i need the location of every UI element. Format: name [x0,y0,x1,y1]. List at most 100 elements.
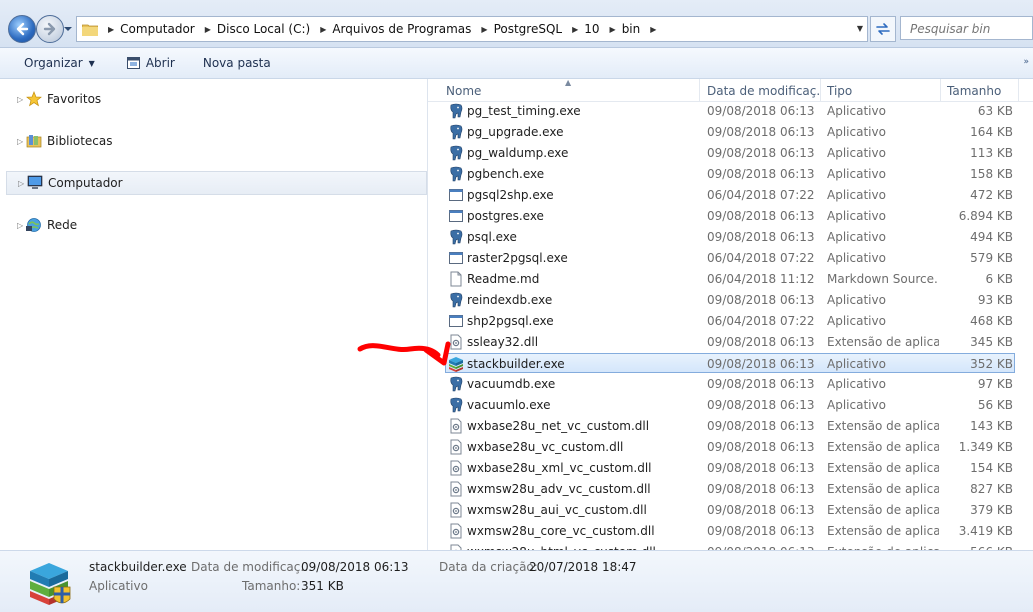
libraries-icon [26,135,42,148]
file-row[interactable]: Readme.md 06/04/2018 11:12 Markdown Source… [446,269,1016,289]
file-type: Aplicativo [827,251,886,265]
breadcrumb-item[interactable]: bin [622,22,641,36]
file-row[interactable]: wxbase28u_xml_vc_custom.dll 09/08/2018 06… [446,458,1016,478]
expand-arrow-icon[interactable]: ▷ [18,179,24,188]
file-size: 97 KB [977,377,1013,391]
nav-item-computer[interactable]: ▷ Computador [6,171,427,195]
file-modified-date: 06/04/2018 07:22 [707,251,815,265]
new-folder-button[interactable]: Nova pasta [203,56,271,70]
breadcrumb-chevron-icon[interactable]: ▶ [108,25,114,34]
breadcrumb-item[interactable]: Disco Local (C:) [217,22,310,36]
file-size: 1.349 KB [958,440,1013,454]
file-type: Extensão de aplica... [827,335,939,349]
refresh-button[interactable] [870,16,896,42]
file-row[interactable]: wxmsw28u_aui_vc_custom.dll 09/08/2018 06:… [446,500,1016,520]
file-size: 345 KB [970,335,1013,349]
file-row[interactable]: pgsql2shp.exe 06/04/2018 07:22 Aplicativo 4… [446,185,1016,205]
column-header-type[interactable]: Tipo [827,84,939,98]
breadcrumb-chevron-icon[interactable]: ▶ [481,25,487,34]
breadcrumb-chevron-icon[interactable]: ▶ [650,25,656,34]
file-row[interactable]: wxbase28u_net_vc_custom.dll 09/08/2018 06… [446,416,1016,436]
file-row[interactable]: reindexdb.exe 09/08/2018 06:13 Aplicativo 9… [446,290,1016,310]
breadcrumb: ▶ Computador ▶ Disco Local (C:) ▶ Arquivos de… [98,22,662,36]
network-icon [26,218,41,232]
column-header-size[interactable]: Tamanho [947,84,1017,98]
open-button[interactable]: Abrir [126,56,175,70]
column-divider[interactable] [940,79,941,101]
file-size: 154 KB [970,461,1013,475]
file-name: wxbase28u_vc_custom.dll [467,440,624,454]
column-header-row: ▲ Nome Data de modificaç... Tipo Tamanho [428,79,1033,102]
file-name: wxbase28u_net_vc_custom.dll [467,419,650,433]
file-row[interactable]: wxmsw28u_html_vc_custom.dll09/08/2018 06… [446,542,1016,550]
file-modified-date: 09/08/2018 06:13 [707,335,815,349]
breadcrumb-item[interactable]: Computador [120,22,195,36]
breadcrumb-chevron-icon[interactable]: ▶ [610,25,616,34]
application-icon [449,252,463,264]
file-row[interactable]: wxmsw28u_core_vc_custom.dll 09/08/2018 06… [446,521,1016,541]
dll-gear-icon [450,334,462,350]
more-options-chevron-icon[interactable]: » [1023,57,1029,67]
file-name: stackbuilder.exe [467,357,565,371]
address-history-dropdown-icon[interactable]: ▼ [857,24,863,33]
nav-item-label: Rede [47,218,78,232]
search-input[interactable] [908,18,1032,40]
breadcrumb-chevron-icon[interactable]: ▶ [320,25,326,34]
breadcrumb-item[interactable]: 10 [584,22,599,36]
column-divider[interactable] [1018,79,1019,101]
breadcrumb-item[interactable]: Arquivos de Programas [332,22,471,36]
file-row[interactable]: pgbench.exe 09/08/2018 06:13 Aplicativo 158… [446,164,1016,184]
dll-gear-icon [450,439,462,455]
nav-item-network[interactable]: ▷ Rede [0,214,427,236]
column-header-date[interactable]: Data de modificaç... [707,84,819,98]
organize-button[interactable]: Organizar ▼ [24,56,95,70]
file-type: Aplicativo [827,104,886,118]
file-name: raster2pgsql.exe [467,251,568,265]
breadcrumb-chevron-icon[interactable]: ▶ [205,25,211,34]
file-modified-date: 09/08/2018 06:13 [707,357,815,371]
file-type: Extensão de aplica... [827,419,939,433]
breadcrumb-item[interactable]: PostgreSQL [494,22,563,36]
address-field[interactable]: ▶ Computador ▶ Disco Local (C:) ▶ Arquivos de… [76,16,868,42]
details-file-name: stackbuilder.exe [89,560,187,574]
expand-arrow-icon[interactable]: ▷ [17,221,23,230]
postgresql-elephant-icon [450,124,463,140]
file-row[interactable]: ssleay32.dll 09/08/2018 06:13 Extensão de … [446,332,1016,352]
column-divider[interactable] [820,79,821,101]
file-size: 6 KB [985,272,1013,286]
dll-gear-icon [450,460,462,476]
file-row[interactable]: vacuumdb.exe 09/08/2018 06:13 Aplicativo 97… [446,374,1016,394]
column-header-name[interactable]: Nome [446,84,696,98]
search-box[interactable] [900,16,1033,40]
file-row[interactable]: pg_upgrade.exe 09/08/2018 06:13 Aplicativo… [446,122,1016,142]
column-divider[interactable] [699,79,700,101]
application-icon [449,210,463,222]
file-name: wxbase28u_xml_vc_custom.dll [467,461,652,475]
organize-label: Organizar [24,56,83,70]
nav-item-favorites[interactable]: ▷ Favoritos [0,88,427,110]
postgresql-elephant-icon [450,229,463,245]
file-row[interactable]: postgres.exe 09/08/2018 06:13 Aplicativo 6.… [446,206,1016,226]
file-row[interactable]: raster2pgsql.exe 06/04/2018 07:22 Aplicati… [446,248,1016,268]
file-row[interactable]: wxmsw28u_adv_vc_custom.dll 09/08/2018 06:… [446,479,1016,499]
recent-pages-dropdown-icon[interactable] [64,25,72,33]
file-type: Aplicativo [827,125,886,139]
file-row[interactable]: wxbase28u_vc_custom.dll 09/08/2018 06:13 E… [446,437,1016,457]
breadcrumb-chevron-icon[interactable]: ▶ [572,25,578,34]
file-name: shp2pgsql.exe [467,314,554,328]
file-modified-date: 09/08/2018 06:13 [707,293,815,307]
file-row[interactable]: pg_waldump.exe 09/08/2018 06:13 Aplicativo… [446,143,1016,163]
stackbuilder-app-icon [30,563,71,605]
file-row[interactable]: shp2pgsql.exe 06/04/2018 07:22 Aplicativo 4… [446,311,1016,331]
file-row[interactable]: vacuumlo.exe 09/08/2018 06:13 Aplicativo 56… [446,395,1016,415]
back-button[interactable] [8,15,36,43]
forward-button[interactable] [36,15,64,43]
nav-item-libraries[interactable]: ▷ Bibliotecas [0,130,427,152]
file-modified-date: 06/04/2018 11:12 [707,272,815,286]
file-row[interactable]: psql.exe 09/08/2018 06:13 Aplicativo 494 KB [446,227,1016,247]
file-row[interactable]: stackbuilder.exe 09/08/2018 06:13 Aplicati… [445,353,1015,373]
file-row[interactable]: pg_test_timing.exe 09/08/2018 06:13 Aplica… [446,101,1016,121]
file-size: 468 KB [970,314,1013,328]
expand-arrow-icon[interactable]: ▷ [17,95,23,104]
expand-arrow-icon[interactable]: ▷ [17,137,23,146]
